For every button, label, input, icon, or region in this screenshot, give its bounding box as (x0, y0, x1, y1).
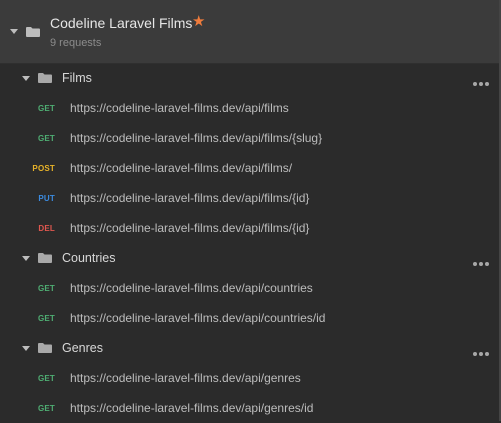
folder-caret-icon[interactable] (22, 346, 30, 351)
folder-row[interactable]: Genres (0, 333, 499, 363)
request-url: https://codeline-laravel-films.dev/api/c… (70, 281, 313, 295)
collapse-caret-icon[interactable] (10, 29, 18, 34)
request-row[interactable]: GET https://codeline-laravel-films.dev/ap… (0, 363, 499, 393)
method-badge: POST (32, 164, 55, 173)
request-row[interactable]: GET https://codeline-laravel-films.dev/ap… (0, 123, 499, 153)
favorite-star-icon[interactable]: ★ (192, 14, 205, 30)
request-url: https://codeline-laravel-films.dev/api/f… (70, 101, 289, 115)
method-badge: GET (37, 134, 55, 143)
request-count: 9 requests (50, 37, 102, 49)
request-row[interactable]: GET https://codeline-laravel-films.dev/ap… (0, 303, 499, 333)
request-url: https://codeline-laravel-films.dev/api/f… (70, 191, 310, 205)
request-url: https://codeline-laravel-films.dev/api/f… (70, 131, 323, 145)
request-row[interactable]: PUT https://codeline-laravel-films.dev/ap… (0, 183, 499, 213)
method-badge: GET (37, 284, 55, 293)
method-badge: GET (37, 404, 55, 413)
request-url: https://codeline-laravel-films.dev/api/g… (70, 371, 301, 385)
collections-sidebar: Codeline Laravel Films ★ 9 requests Film… (0, 0, 501, 421)
request-url: https://codeline-laravel-films.dev/api/c… (70, 311, 326, 325)
collection-folder-icon (26, 27, 40, 37)
folder-caret-icon[interactable] (22, 76, 30, 81)
request-row[interactable]: DEL https://codeline-laravel-films.dev/ap… (0, 213, 499, 243)
collection-title[interactable]: Codeline Laravel Films (50, 15, 192, 31)
request-url: https://codeline-laravel-films.dev/api/f… (70, 161, 293, 175)
method-badge: GET (37, 104, 55, 113)
method-badge: GET (37, 314, 55, 323)
more-options-icon[interactable] (473, 253, 493, 266)
request-row[interactable]: GET https://codeline-laravel-films.dev/ap… (0, 93, 499, 123)
folder-icon (38, 73, 52, 83)
method-badge: PUT (38, 194, 55, 203)
folder-icon (38, 343, 52, 353)
request-row[interactable]: POST https://codeline-laravel-films.dev/a… (0, 153, 499, 183)
folder-icon (38, 253, 52, 263)
folder-row[interactable]: Countries (0, 243, 499, 273)
request-row[interactable]: GET https://codeline-laravel-films.dev/ap… (0, 393, 499, 423)
more-options-icon[interactable] (473, 343, 493, 356)
request-url: https://codeline-laravel-films.dev/api/f… (70, 221, 310, 235)
collection-header[interactable]: Codeline Laravel Films ★ 9 requests (0, 0, 499, 64)
folder-label: Films (62, 71, 92, 85)
request-url: https://codeline-laravel-films.dev/api/g… (70, 401, 314, 415)
folder-label: Genres (62, 341, 103, 355)
method-badge: GET (37, 374, 55, 383)
more-options-icon[interactable] (473, 73, 493, 86)
folder-label: Countries (62, 251, 116, 265)
method-badge: DEL (38, 224, 55, 233)
folder-row[interactable]: Films (0, 63, 499, 93)
folder-caret-icon[interactable] (22, 256, 30, 261)
request-row[interactable]: GET https://codeline-laravel-films.dev/ap… (0, 273, 499, 303)
